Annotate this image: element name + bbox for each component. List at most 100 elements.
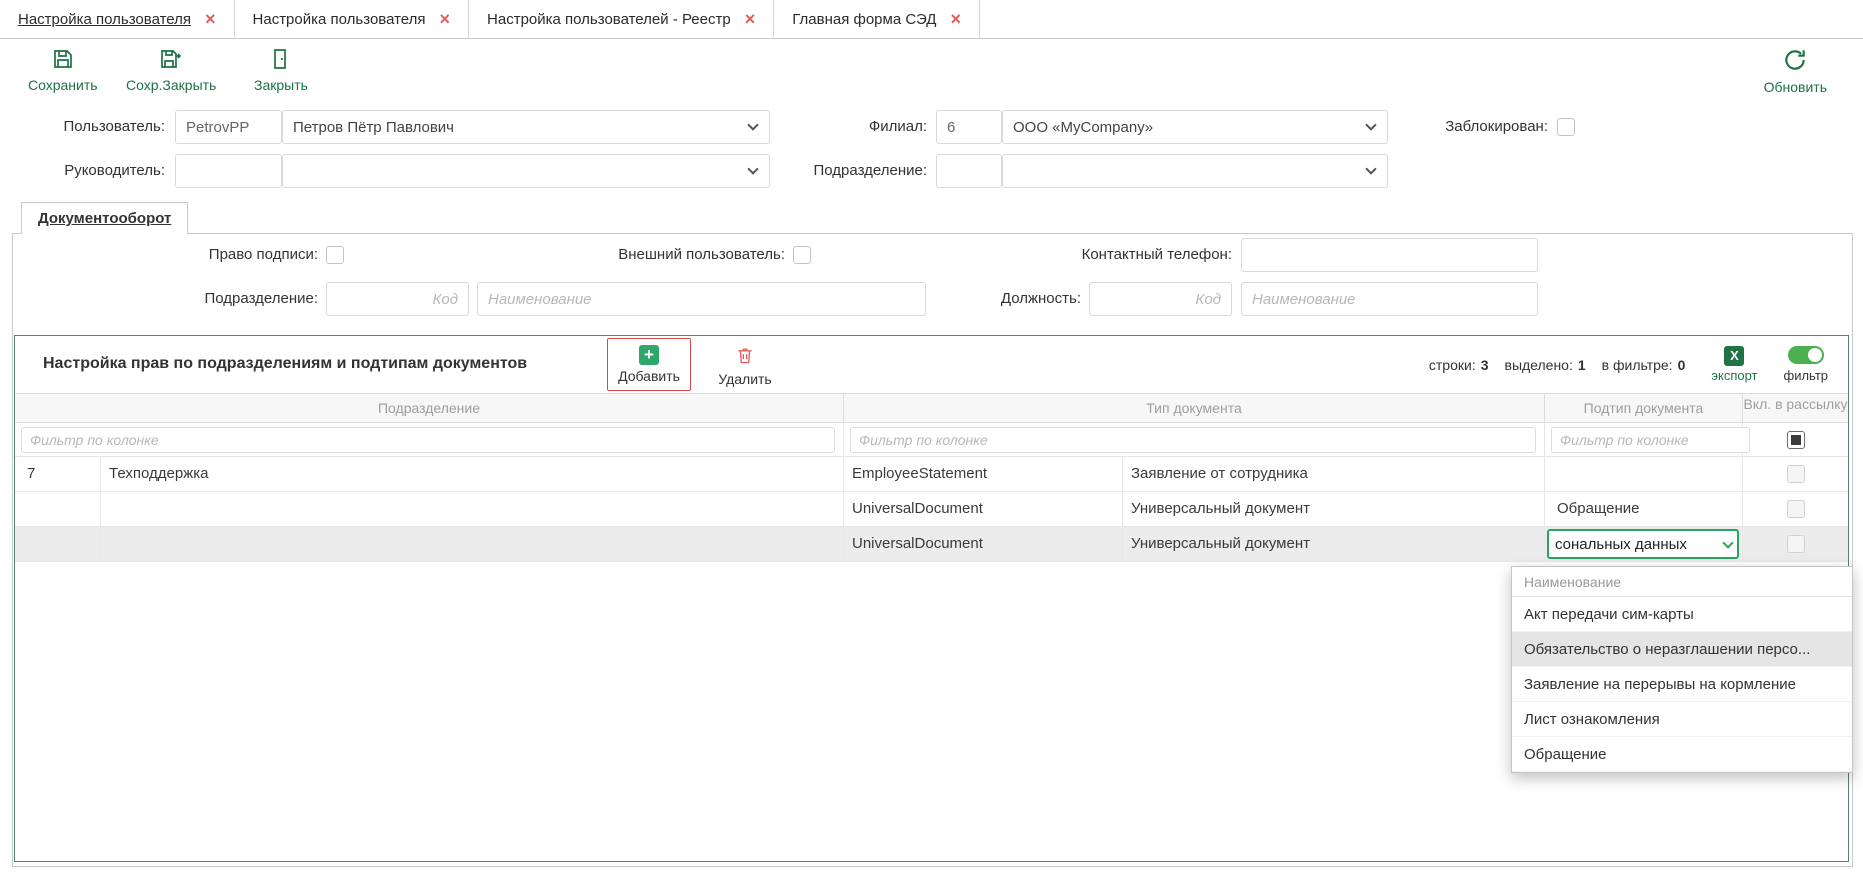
- tab-users-registry[interactable]: Настройка пользователей - Реестр ×: [469, 0, 774, 38]
- mailing-checkbox[interactable]: [1787, 465, 1805, 483]
- dropdown-item[interactable]: Лист ознакомления: [1512, 702, 1852, 737]
- refresh-label: Обновить: [1764, 79, 1827, 95]
- user-name-combo[interactable]: Петров Пётр Павлович: [282, 110, 770, 144]
- position-label: Должность:: [958, 282, 1081, 316]
- tab-label: Настройка пользователя: [253, 11, 426, 28]
- app-window: Настройка пользователя × Настройка польз…: [0, 0, 1863, 877]
- delete-row-button[interactable]: Удалить: [707, 342, 783, 390]
- department-label: Подразделение:: [790, 154, 927, 188]
- mailing-checkbox[interactable]: [1787, 500, 1805, 518]
- doc-type-name-cell: Универсальный документ: [1123, 527, 1545, 561]
- external-user-label: Внешний пользователь:: [598, 238, 785, 272]
- tab-label: Настройка пользователя: [18, 11, 191, 28]
- col-header-include-mailing[interactable]: Вкл. в рассылку: [1743, 394, 1848, 422]
- sign-right-checkbox[interactable]: [326, 246, 344, 264]
- department-cell: Техподдержка: [101, 457, 844, 491]
- save-close-label: Сохр.Закрыть: [126, 77, 216, 93]
- subdivision-label: Подразделение:: [170, 282, 318, 316]
- branch-name-value: ООО «MyCompany»: [1013, 119, 1153, 136]
- dropdown-header: Наименование: [1512, 567, 1852, 597]
- dropdown-item[interactable]: Обращение: [1512, 737, 1852, 772]
- dropdown-item[interactable]: Заявление на перерывы на кормление: [1512, 667, 1852, 702]
- save-close-button[interactable]: Сохр.Закрыть: [126, 47, 216, 93]
- blocked-checkbox[interactable]: [1557, 118, 1575, 136]
- col-header-doc-subtype[interactable]: Подтип документа: [1545, 394, 1743, 422]
- filter-subtype-input[interactable]: [1551, 427, 1750, 453]
- position-name-input[interactable]: [1241, 282, 1538, 316]
- filter-mailing-checkbox[interactable]: [1787, 431, 1805, 449]
- dropdown-item[interactable]: Акт передачи сим-карты: [1512, 597, 1852, 632]
- filter-department-input[interactable]: [21, 427, 835, 453]
- external-user-checkbox[interactable]: [793, 246, 811, 264]
- table-row-selected[interactable]: UniversalDocument Универсальный документ: [15, 527, 1848, 562]
- close-icon[interactable]: ×: [440, 10, 451, 28]
- save-close-icon: [159, 47, 183, 74]
- tab-document-flow-label: Документооборот: [38, 210, 171, 227]
- manager-label: Руководитель:: [38, 154, 165, 188]
- refresh-icon: [1782, 47, 1808, 76]
- doc-type-code-cell: UniversalDocument: [844, 492, 1123, 526]
- toggle-knob: [1808, 348, 1822, 362]
- branch-name-combo[interactable]: ООО «MyCompany»: [1002, 110, 1388, 144]
- filter-toggle-block: фильтр: [1784, 346, 1828, 383]
- department-cell: [101, 492, 844, 526]
- dropdown-item-highlighted[interactable]: Обязательство о неразглашении персо...: [1512, 632, 1852, 667]
- user-name-value: Петров Пётр Павлович: [293, 119, 454, 136]
- tab-document-flow[interactable]: Документооборот: [21, 202, 188, 234]
- grid-column-headers: Подразделение Тип документа Подтип докум…: [15, 393, 1848, 423]
- branch-code-input[interactable]: [936, 110, 1002, 144]
- grid-filter-row: [15, 423, 1848, 457]
- selected-stat: выделено:1: [1505, 357, 1586, 373]
- doc-type-code-cell: UniversalDocument: [844, 527, 1123, 561]
- close-icon[interactable]: ×: [950, 10, 961, 28]
- subdivision-code-input[interactable]: [326, 282, 469, 316]
- mailing-checkbox[interactable]: [1787, 535, 1805, 553]
- subtype-cell: Обращение: [1545, 492, 1743, 526]
- department-name-combo[interactable]: [1002, 154, 1388, 188]
- row-number-cell: [15, 492, 101, 526]
- position-code-input[interactable]: [1089, 282, 1232, 316]
- door-exit-icon: [269, 47, 293, 74]
- grid-stats: строки:3 выделено:1 в фильтре:0: [1429, 357, 1686, 373]
- subdivision-name-input[interactable]: [477, 282, 926, 316]
- row-number-cell: 7: [15, 457, 101, 491]
- filter-toggle[interactable]: [1788, 346, 1824, 364]
- row-number-cell: [15, 527, 101, 561]
- filter-doc-type-input[interactable]: [850, 427, 1536, 453]
- add-row-button[interactable]: + Добавить: [607, 338, 691, 391]
- tab-strip: Настройка пользователя × Настройка польз…: [0, 0, 1863, 39]
- user-code-input[interactable]: [175, 110, 282, 144]
- excel-icon: X: [1724, 346, 1744, 366]
- add-row-label: Добавить: [618, 368, 680, 384]
- sign-right-label: Право подписи:: [170, 238, 318, 272]
- tab-user-settings-1[interactable]: Настройка пользователя ×: [0, 0, 235, 38]
- table-row[interactable]: UniversalDocument Универсальный документ…: [15, 492, 1848, 527]
- user-label: Пользователь:: [38, 110, 165, 144]
- department-cell: [101, 527, 844, 561]
- table-row[interactable]: 7 Техподдержка EmployeeStatement Заявлен…: [15, 457, 1848, 492]
- col-header-department[interactable]: Подразделение: [15, 394, 844, 422]
- export-excel-button[interactable]: X экспорт: [1711, 346, 1757, 383]
- rows-stat: строки:3: [1429, 357, 1489, 373]
- tab-label: Главная форма СЭД: [792, 11, 936, 28]
- blocked-label: Заблокирован:: [1428, 110, 1548, 144]
- close-icon[interactable]: ×: [205, 10, 216, 28]
- grid-title: Настройка прав по подразделениям и подти…: [43, 336, 527, 392]
- contact-phone-label: Контактный телефон:: [1058, 238, 1232, 272]
- manager-code-input[interactable]: [175, 154, 282, 188]
- save-label: Сохранить: [28, 77, 98, 93]
- manager-name-combo[interactable]: [282, 154, 770, 188]
- subtype-cell: [1545, 457, 1743, 491]
- close-button[interactable]: Закрыть: [254, 47, 308, 93]
- save-button[interactable]: Сохранить: [28, 47, 98, 93]
- department-code-input[interactable]: [936, 154, 1002, 188]
- subtype-editor-input[interactable]: [1547, 529, 1739, 559]
- refresh-button[interactable]: Обновить: [1764, 47, 1827, 95]
- contact-phone-input[interactable]: [1241, 238, 1538, 272]
- doc-type-name-cell: Универсальный документ: [1123, 492, 1545, 526]
- chevron-down-icon: [1365, 119, 1376, 130]
- tab-user-settings-2[interactable]: Настройка пользователя ×: [235, 0, 470, 38]
- tab-main-form[interactable]: Главная форма СЭД ×: [774, 0, 980, 38]
- col-header-doc-type[interactable]: Тип документа: [844, 394, 1545, 422]
- close-icon[interactable]: ×: [745, 10, 756, 28]
